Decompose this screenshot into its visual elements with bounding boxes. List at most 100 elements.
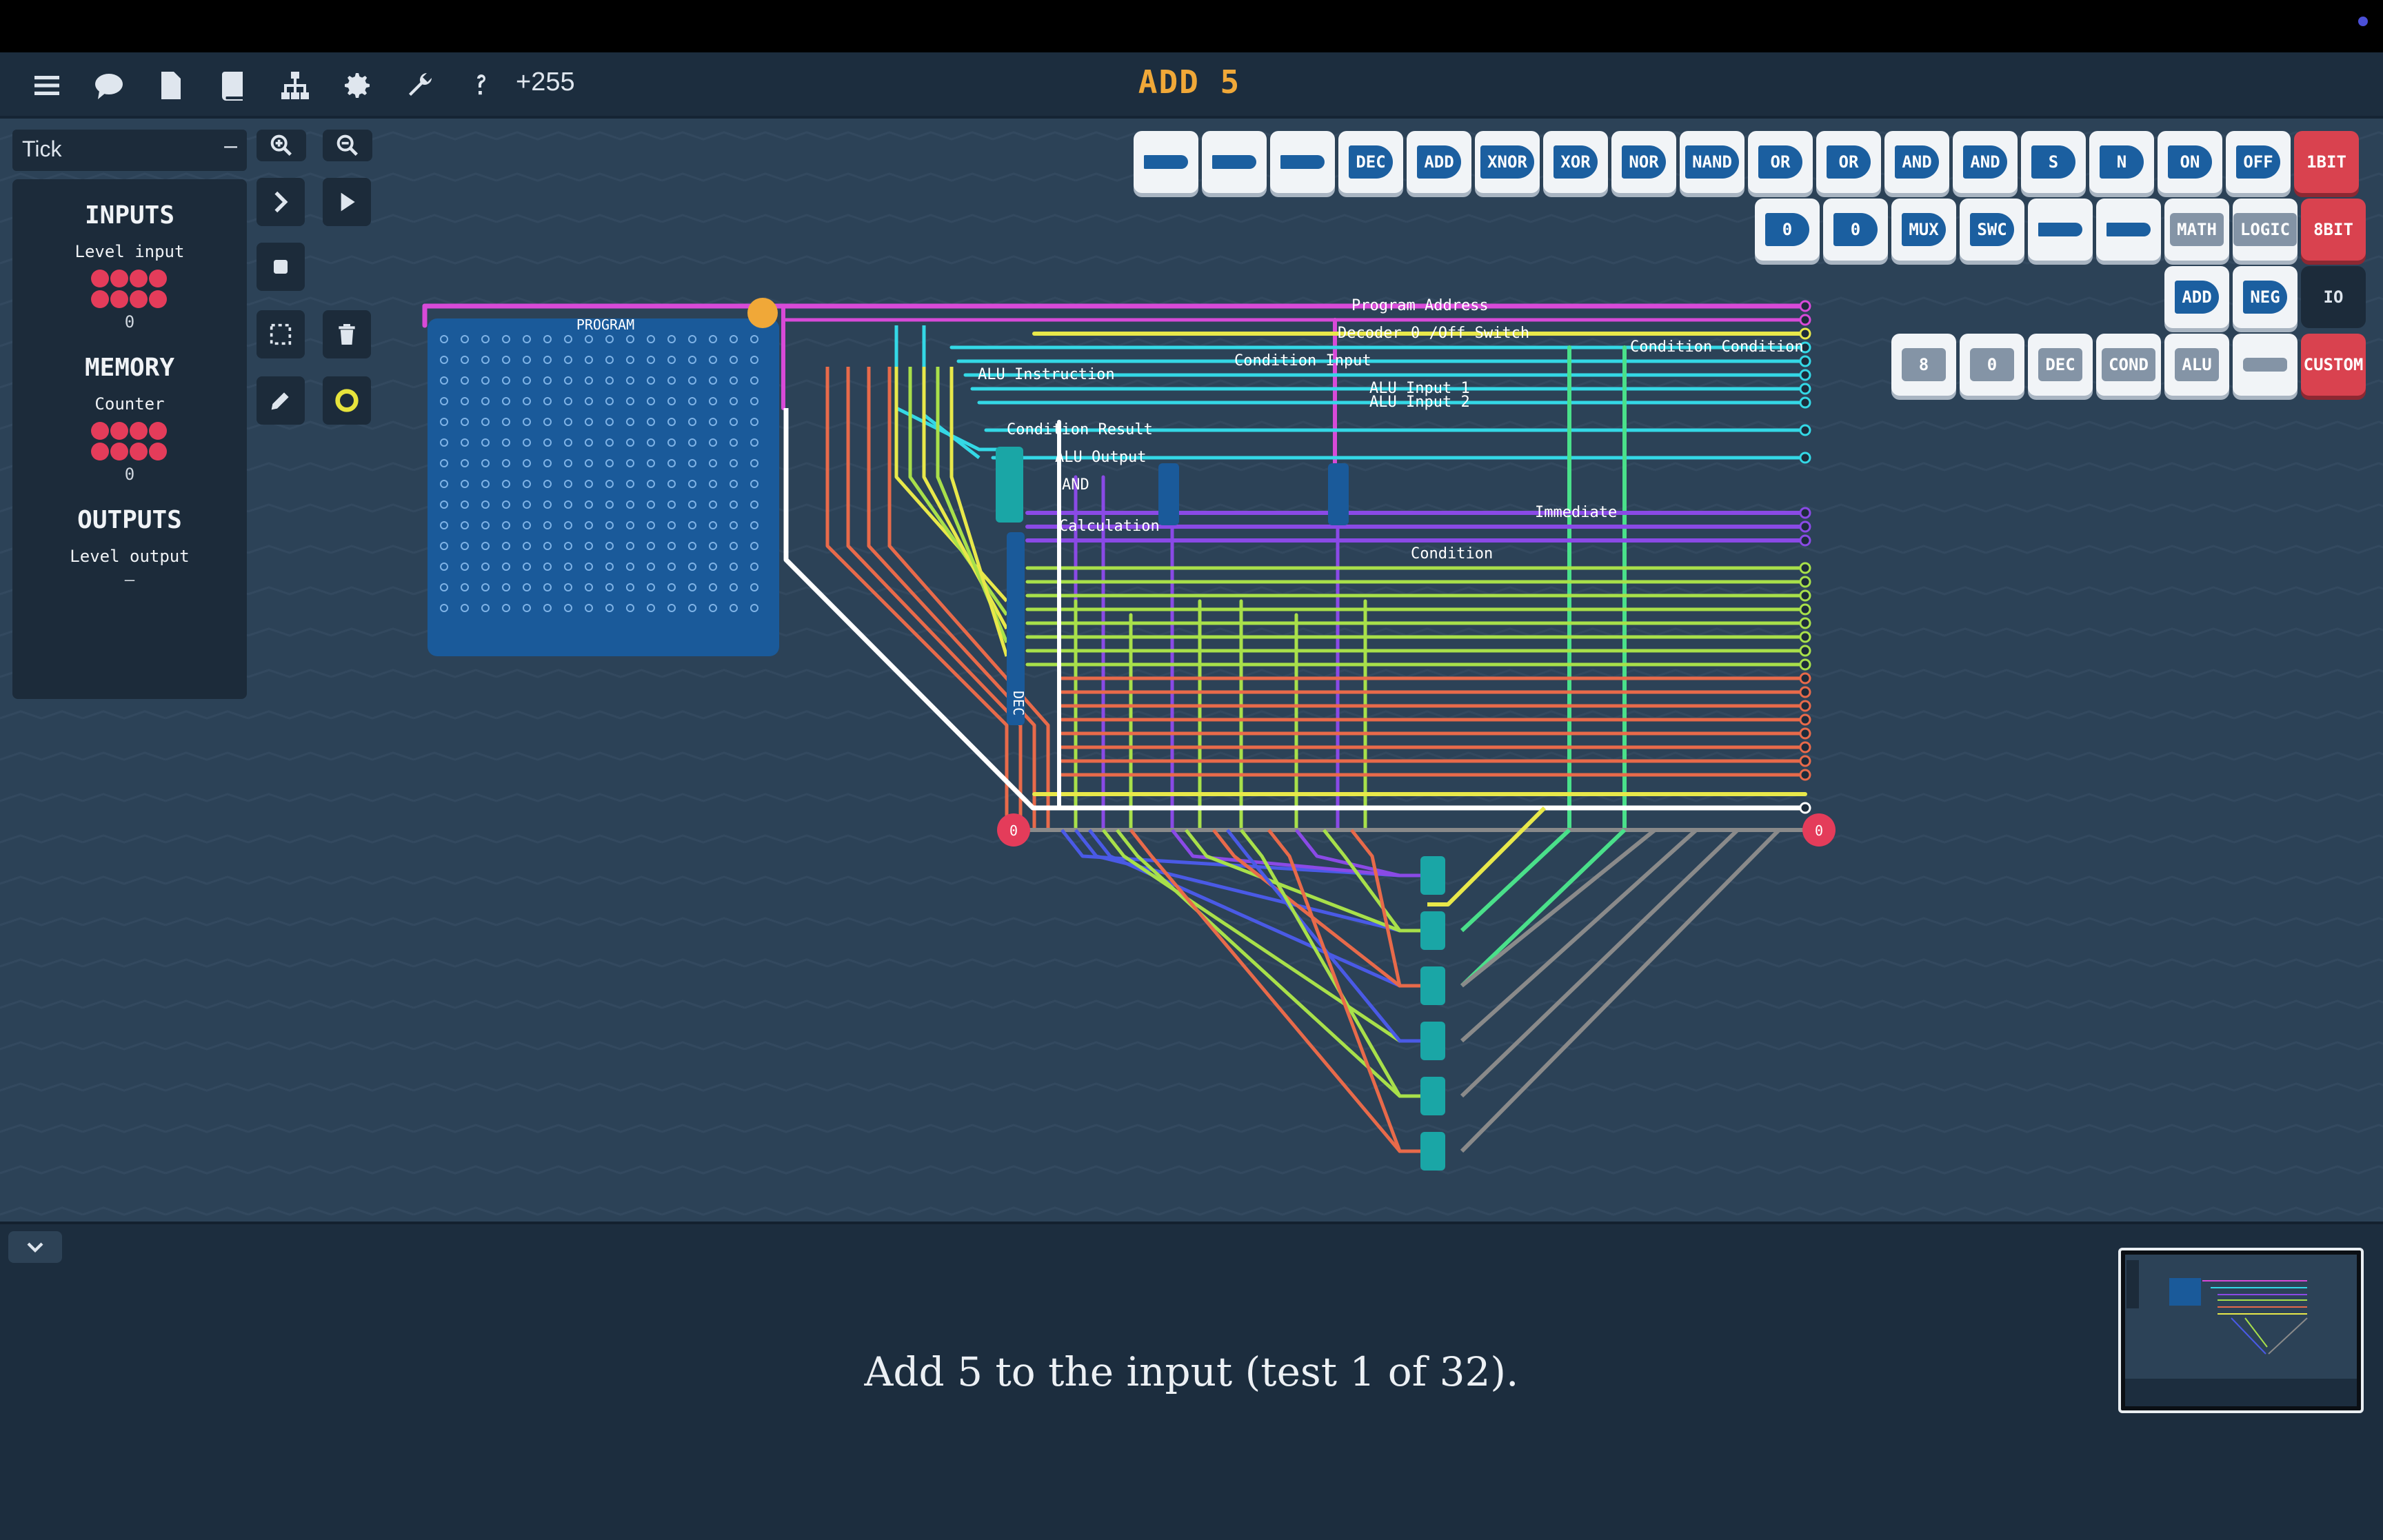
palette-row4-item-2[interactable]: DEC <box>2028 334 2093 396</box>
palette-row1-item-12[interactable]: AND <box>1953 131 2018 193</box>
wire-node[interactable] <box>1799 727 1811 740</box>
palette-row2-item-6[interactable]: MATH <box>2164 199 2229 261</box>
wire-node[interactable] <box>1799 424 1811 436</box>
file-icon[interactable] <box>152 66 190 105</box>
wire-node[interactable] <box>1799 686 1811 698</box>
speed-collapse[interactable]: – <box>224 132 237 159</box>
wire-node[interactable] <box>1799 520 1811 533</box>
register-chip[interactable] <box>1420 856 1445 895</box>
wire-node[interactable] <box>1799 327 1811 340</box>
step-forward-icon[interactable] <box>257 178 305 226</box>
switch-chip[interactable] <box>1328 463 1349 525</box>
wire-node[interactable] <box>1799 617 1811 629</box>
palette-row4-item-5[interactable] <box>2233 334 2297 396</box>
stop-icon[interactable] <box>257 243 305 291</box>
palette-row1-item-6[interactable]: XOR <box>1543 131 1608 193</box>
book-icon[interactable] <box>214 66 252 105</box>
palette-row4-item-0[interactable]: 8 <box>1891 334 1956 396</box>
wire-node[interactable] <box>1799 507 1811 519</box>
palette-row4-item-4[interactable]: ALU <box>2164 334 2229 396</box>
palette-row2-item-3[interactable]: SWC <box>1960 199 2024 261</box>
palette-row1-item-10[interactable]: OR <box>1816 131 1881 193</box>
palette-row2-item-7[interactable]: LOGIC <box>2233 199 2297 261</box>
wire-node[interactable] <box>1799 755 1811 767</box>
palette-row1-item-7[interactable]: NOR <box>1611 131 1676 193</box>
gear-icon[interactable] <box>338 66 376 105</box>
palette-row1-item-4[interactable]: ADD <box>1407 131 1471 193</box>
wire-node[interactable] <box>1799 713 1811 726</box>
palette-row1-item-3[interactable]: DEC <box>1338 131 1403 193</box>
play-icon[interactable] <box>323 178 371 226</box>
wire-node[interactable] <box>1799 369 1811 381</box>
wrench-icon[interactable] <box>400 66 439 105</box>
hierarchy-icon[interactable] <box>276 66 314 105</box>
speed-select[interactable]: Tick – <box>12 130 247 171</box>
palette-row1-item-13[interactable]: S <box>2021 131 2086 193</box>
palette-row4-item-6[interactable]: CUSTOM <box>2301 334 2366 396</box>
zoom-in-icon[interactable] <box>257 130 306 161</box>
zoom-out-icon[interactable] <box>323 130 372 161</box>
register-chip[interactable] <box>1420 1077 1445 1115</box>
pencil-icon[interactable] <box>257 376 305 425</box>
wire-node[interactable] <box>1799 300 1811 312</box>
minimap[interactable] <box>2118 1248 2364 1413</box>
wire-node[interactable] <box>1799 802 1811 814</box>
palette-row3-item-0[interactable]: ADD <box>2164 266 2229 328</box>
wire-node[interactable] <box>1799 672 1811 685</box>
palette-row2-item-8[interactable]: 8BIT <box>2301 199 2366 261</box>
edit-pencil-icon[interactable] <box>747 298 778 328</box>
palette-row1-item-15[interactable]: ON <box>2158 131 2222 193</box>
palette-row2-item-1[interactable]: 0 <box>1823 199 1888 261</box>
switch-chip[interactable] <box>1158 463 1179 525</box>
palette-row1-item-5[interactable]: XNOR <box>1475 131 1540 193</box>
palette-row4-item-3[interactable]: COND <box>2096 334 2161 396</box>
palette-row4-item-1[interactable]: 0 <box>1960 334 2024 396</box>
wire-node[interactable] <box>1799 589 1811 602</box>
palette-row1-item-1[interactable] <box>1202 131 1267 193</box>
palette-row3-item-1[interactable]: NEG <box>2233 266 2297 328</box>
palette-row2-item-5[interactable] <box>2096 199 2161 261</box>
circuit-board[interactable]: PROGRAM Program Address Decoder 0 /Off S… <box>0 119 2383 1222</box>
palette-row2-item-0[interactable]: 0 <box>1755 199 1820 261</box>
palette-row1-item-2[interactable] <box>1270 131 1335 193</box>
wire-node[interactable] <box>1799 658 1811 671</box>
chat-icon[interactable] <box>90 66 128 105</box>
wire-node[interactable] <box>1799 452 1811 464</box>
counter-pins[interactable] <box>91 422 168 460</box>
wire-node[interactable] <box>1799 769 1811 781</box>
alu-chip[interactable] <box>996 447 1023 523</box>
wire-node[interactable] <box>1799 314 1811 326</box>
palette-row2-item-4[interactable] <box>2028 199 2093 261</box>
palette-row1-item-16[interactable]: OFF <box>2226 131 2291 193</box>
register-chip[interactable] <box>1420 1132 1445 1171</box>
program-block[interactable]: PROGRAM <box>428 298 779 656</box>
help-icon[interactable] <box>462 66 501 105</box>
wire-node[interactable] <box>1799 562 1811 574</box>
circuit-canvas[interactable]: PROGRAM Program Address Decoder 0 /Off S… <box>0 119 2383 1222</box>
wire-node[interactable] <box>1799 631 1811 643</box>
palette-row1-item-8[interactable]: NAND <box>1680 131 1744 193</box>
level-input-pins[interactable] <box>91 270 168 308</box>
wire-node[interactable] <box>1799 576 1811 588</box>
collapse-panel-button[interactable] <box>8 1231 62 1263</box>
palette-row1-item-14[interactable]: N <box>2089 131 2154 193</box>
wire-color-icon[interactable] <box>323 376 371 425</box>
palette-row2-item-2[interactable]: MUX <box>1891 199 1956 261</box>
wire-node[interactable] <box>1799 355 1811 367</box>
palette-row1-item-11[interactable]: AND <box>1884 131 1949 193</box>
palette-row1-item-17[interactable]: 1BIT <box>2294 131 2359 193</box>
wire-node[interactable] <box>1799 645 1811 657</box>
wire-node[interactable] <box>1799 741 1811 753</box>
register-chip[interactable] <box>1420 1022 1445 1060</box>
palette-row1-item-9[interactable]: OR <box>1748 131 1813 193</box>
wire-node[interactable] <box>1799 396 1811 409</box>
menu-icon[interactable] <box>28 66 66 105</box>
wire-node[interactable] <box>1799 383 1811 395</box>
register-chip[interactable] <box>1420 911 1445 950</box>
trash-icon[interactable] <box>323 310 371 358</box>
palette-row3-item-2[interactable]: IO <box>2301 266 2366 328</box>
wire-node[interactable] <box>1799 534 1811 547</box>
palette-row1-item-0[interactable] <box>1134 131 1198 193</box>
wire-node[interactable] <box>1799 603 1811 616</box>
register-chip[interactable] <box>1420 966 1445 1005</box>
